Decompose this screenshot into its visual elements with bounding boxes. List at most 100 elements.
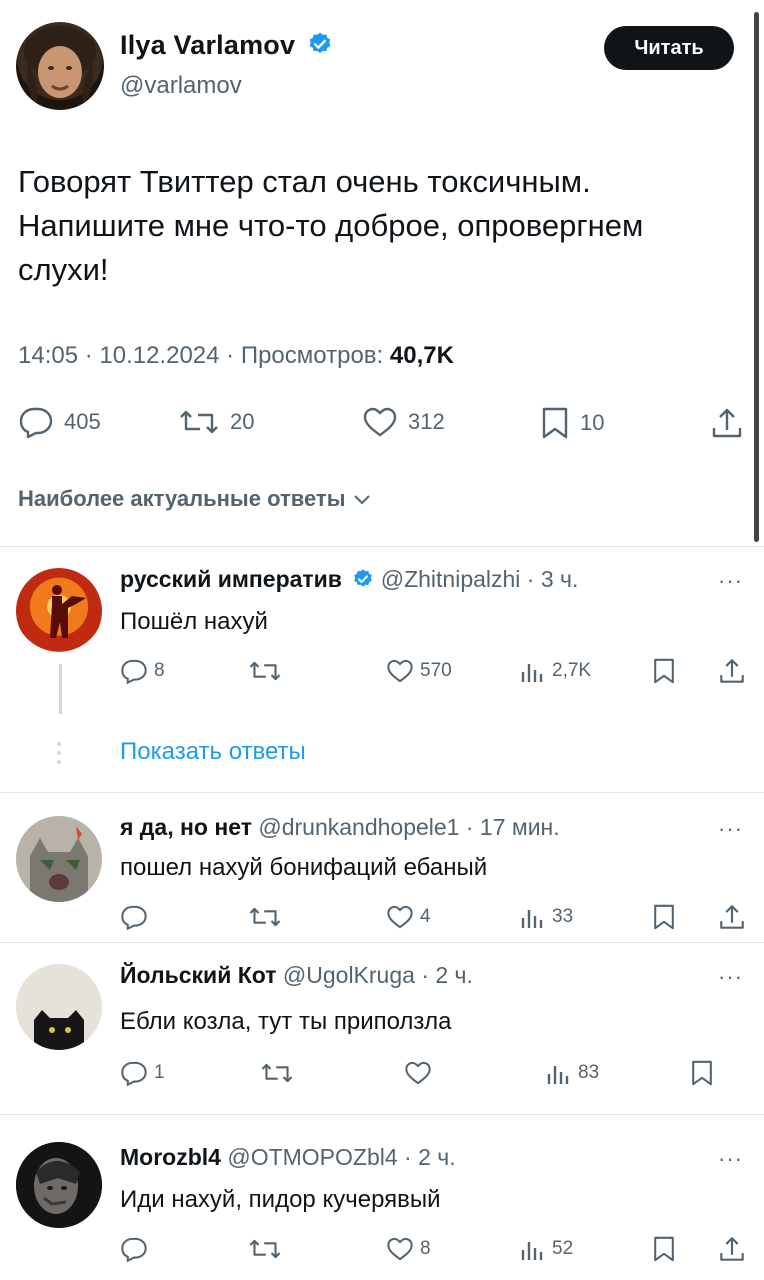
- thread-dots-icon: [54, 740, 68, 766]
- reply-author-name[interactable]: Morozbl4: [120, 1144, 221, 1170]
- reply-icon: [120, 904, 148, 930]
- reply-text: Иди нахуй, пидор кучерявый: [120, 1186, 441, 1213]
- more-options-icon[interactable]: ···: [718, 1146, 743, 1172]
- reply-reply-button[interactable]: [120, 904, 154, 930]
- follow-button[interactable]: Читать: [604, 26, 734, 70]
- share-icon: [718, 1234, 746, 1264]
- reply-retweet-button[interactable]: [248, 658, 288, 684]
- reply-views-button[interactable]: 2,7K: [520, 658, 591, 684]
- bookmark-icon: [652, 1234, 676, 1264]
- retweet-icon: [178, 406, 220, 438]
- like-button[interactable]: 312: [362, 406, 445, 438]
- reply-icon: [120, 1060, 148, 1086]
- heart-icon: [386, 1236, 414, 1262]
- reply-like-button[interactable]: 4: [386, 904, 431, 930]
- share-icon: [718, 656, 746, 686]
- retweet-button[interactable]: 20: [178, 406, 254, 438]
- retweet-icon: [248, 1236, 282, 1262]
- retweet-icon: [248, 904, 282, 930]
- reply-views-button[interactable]: 83: [546, 1060, 599, 1086]
- reply-author-name[interactable]: Йольский Кот: [120, 962, 277, 988]
- reply-like-button[interactable]: 570: [386, 658, 452, 684]
- bar-chart-icon: [520, 1236, 546, 1262]
- heart-icon: [404, 1060, 432, 1086]
- share-icon: [718, 902, 746, 932]
- verified-badge-icon: [307, 31, 333, 57]
- reply-views-button[interactable]: 52: [520, 1236, 573, 1262]
- reply-bookmark-button[interactable]: [652, 656, 676, 686]
- reply-retweet-button[interactable]: [248, 1236, 288, 1262]
- reply-author-handle[interactable]: @drunkandhopele1 · 17 мин.: [258, 814, 559, 840]
- divider: [0, 792, 764, 793]
- reply-author-name[interactable]: я да, но нет: [120, 814, 252, 840]
- chevron-down-icon: [352, 493, 372, 507]
- reply-bookmark-button[interactable]: [690, 1058, 714, 1088]
- reply-header: Йольский Кот @UgolKruga · 2 ч.: [120, 962, 473, 989]
- share-button[interactable]: [710, 406, 744, 440]
- reply-author-handle[interactable]: @OTMOPOZbl4 · 2 ч.: [227, 1144, 455, 1170]
- verified-badge-icon: [352, 568, 374, 590]
- heart-icon: [386, 658, 414, 684]
- heart-icon: [386, 904, 414, 930]
- bookmark-icon: [540, 406, 570, 440]
- reply-header: Morozbl4 @OTMOPOZbl4 · 2 ч.: [120, 1144, 456, 1171]
- more-options-icon[interactable]: ···: [718, 816, 743, 842]
- reply-avatar[interactable]: [16, 964, 102, 1050]
- divider: [0, 1114, 764, 1115]
- reply-bookmark-button[interactable]: [652, 1234, 676, 1264]
- more-options-icon[interactable]: ···: [718, 964, 743, 990]
- reply-text: пошел нахуй бонифаций ебаный: [120, 854, 488, 881]
- reply-retweet-button[interactable]: [248, 904, 288, 930]
- reply-reply-button[interactable]: [120, 1236, 154, 1262]
- reply-retweet-button[interactable]: [260, 1060, 300, 1086]
- replies-sort-dropdown[interactable]: Наиболее актуальные ответы: [18, 486, 372, 512]
- tweet-text: Говорят Твиттер стал очень токсичным. На…: [18, 164, 644, 287]
- divider: [0, 942, 764, 943]
- reply-header: я да, но нет @drunkandhopele1 · 17 мин.: [120, 814, 560, 841]
- reply-author-handle[interactable]: @Zhitnipalzhi · 3 ч.: [381, 566, 579, 592]
- reply-like-button[interactable]: 8: [386, 1236, 431, 1262]
- reply-text: Пошёл нахуй: [120, 608, 268, 635]
- bookmark-icon: [652, 656, 676, 686]
- tweet-meta: 14:05 · 10.12.2024 · Просмотров: 40,7K: [18, 342, 454, 370]
- reply-avatar[interactable]: [16, 1142, 102, 1228]
- heart-icon: [362, 406, 398, 438]
- reply-icon: [120, 658, 148, 684]
- share-icon: [710, 406, 744, 440]
- author-avatar[interactable]: [16, 22, 104, 110]
- reply-share-button[interactable]: [718, 902, 746, 932]
- bookmark-icon: [690, 1058, 714, 1088]
- reply-views-button[interactable]: 33: [520, 904, 573, 930]
- reply-avatar[interactable]: [16, 816, 102, 902]
- author-handle[interactable]: @varlamov: [120, 72, 242, 100]
- retweet-icon: [260, 1060, 294, 1086]
- reply-avatar[interactable]: [16, 568, 102, 654]
- author-name[interactable]: Ilya Varlamov: [120, 30, 333, 61]
- bar-chart-icon: [520, 658, 546, 684]
- reply-icon: [120, 1236, 148, 1262]
- reply-text: Ебли козла, тут ты приползла: [120, 1008, 452, 1035]
- bar-chart-icon: [546, 1060, 572, 1086]
- reply-reply-button[interactable]: 1: [120, 1060, 165, 1086]
- reply-button[interactable]: 405: [18, 406, 101, 438]
- reply-like-button[interactable]: [404, 1060, 438, 1086]
- tweet-timestamp[interactable]: 14:05 · 10.12.2024 · Просмотров:: [18, 342, 383, 369]
- more-options-icon[interactable]: ···: [718, 568, 743, 594]
- bookmark-button[interactable]: 10: [540, 406, 604, 440]
- bar-chart-icon: [520, 904, 546, 930]
- thread-line: [59, 664, 62, 714]
- show-replies-link[interactable]: Показать ответы: [120, 738, 306, 766]
- reply-bookmark-button[interactable]: [652, 902, 676, 932]
- reply-author-handle[interactable]: @UgolKruga · 2 ч.: [283, 962, 473, 988]
- tweet-views: 40,7K: [389, 342, 454, 369]
- reply-author-name[interactable]: русский императив: [120, 566, 342, 592]
- reply-share-button[interactable]: [718, 656, 746, 686]
- reply-share-button[interactable]: [718, 1234, 746, 1264]
- scrollbar[interactable]: [754, 12, 759, 542]
- retweet-icon: [248, 658, 282, 684]
- reply-icon: [18, 406, 54, 438]
- bookmark-icon: [652, 902, 676, 932]
- reply-reply-button[interactable]: 8: [120, 658, 165, 684]
- divider: [0, 546, 764, 547]
- reply-header: русский императив @Zhitnipalzhi · 3 ч.: [120, 566, 578, 593]
